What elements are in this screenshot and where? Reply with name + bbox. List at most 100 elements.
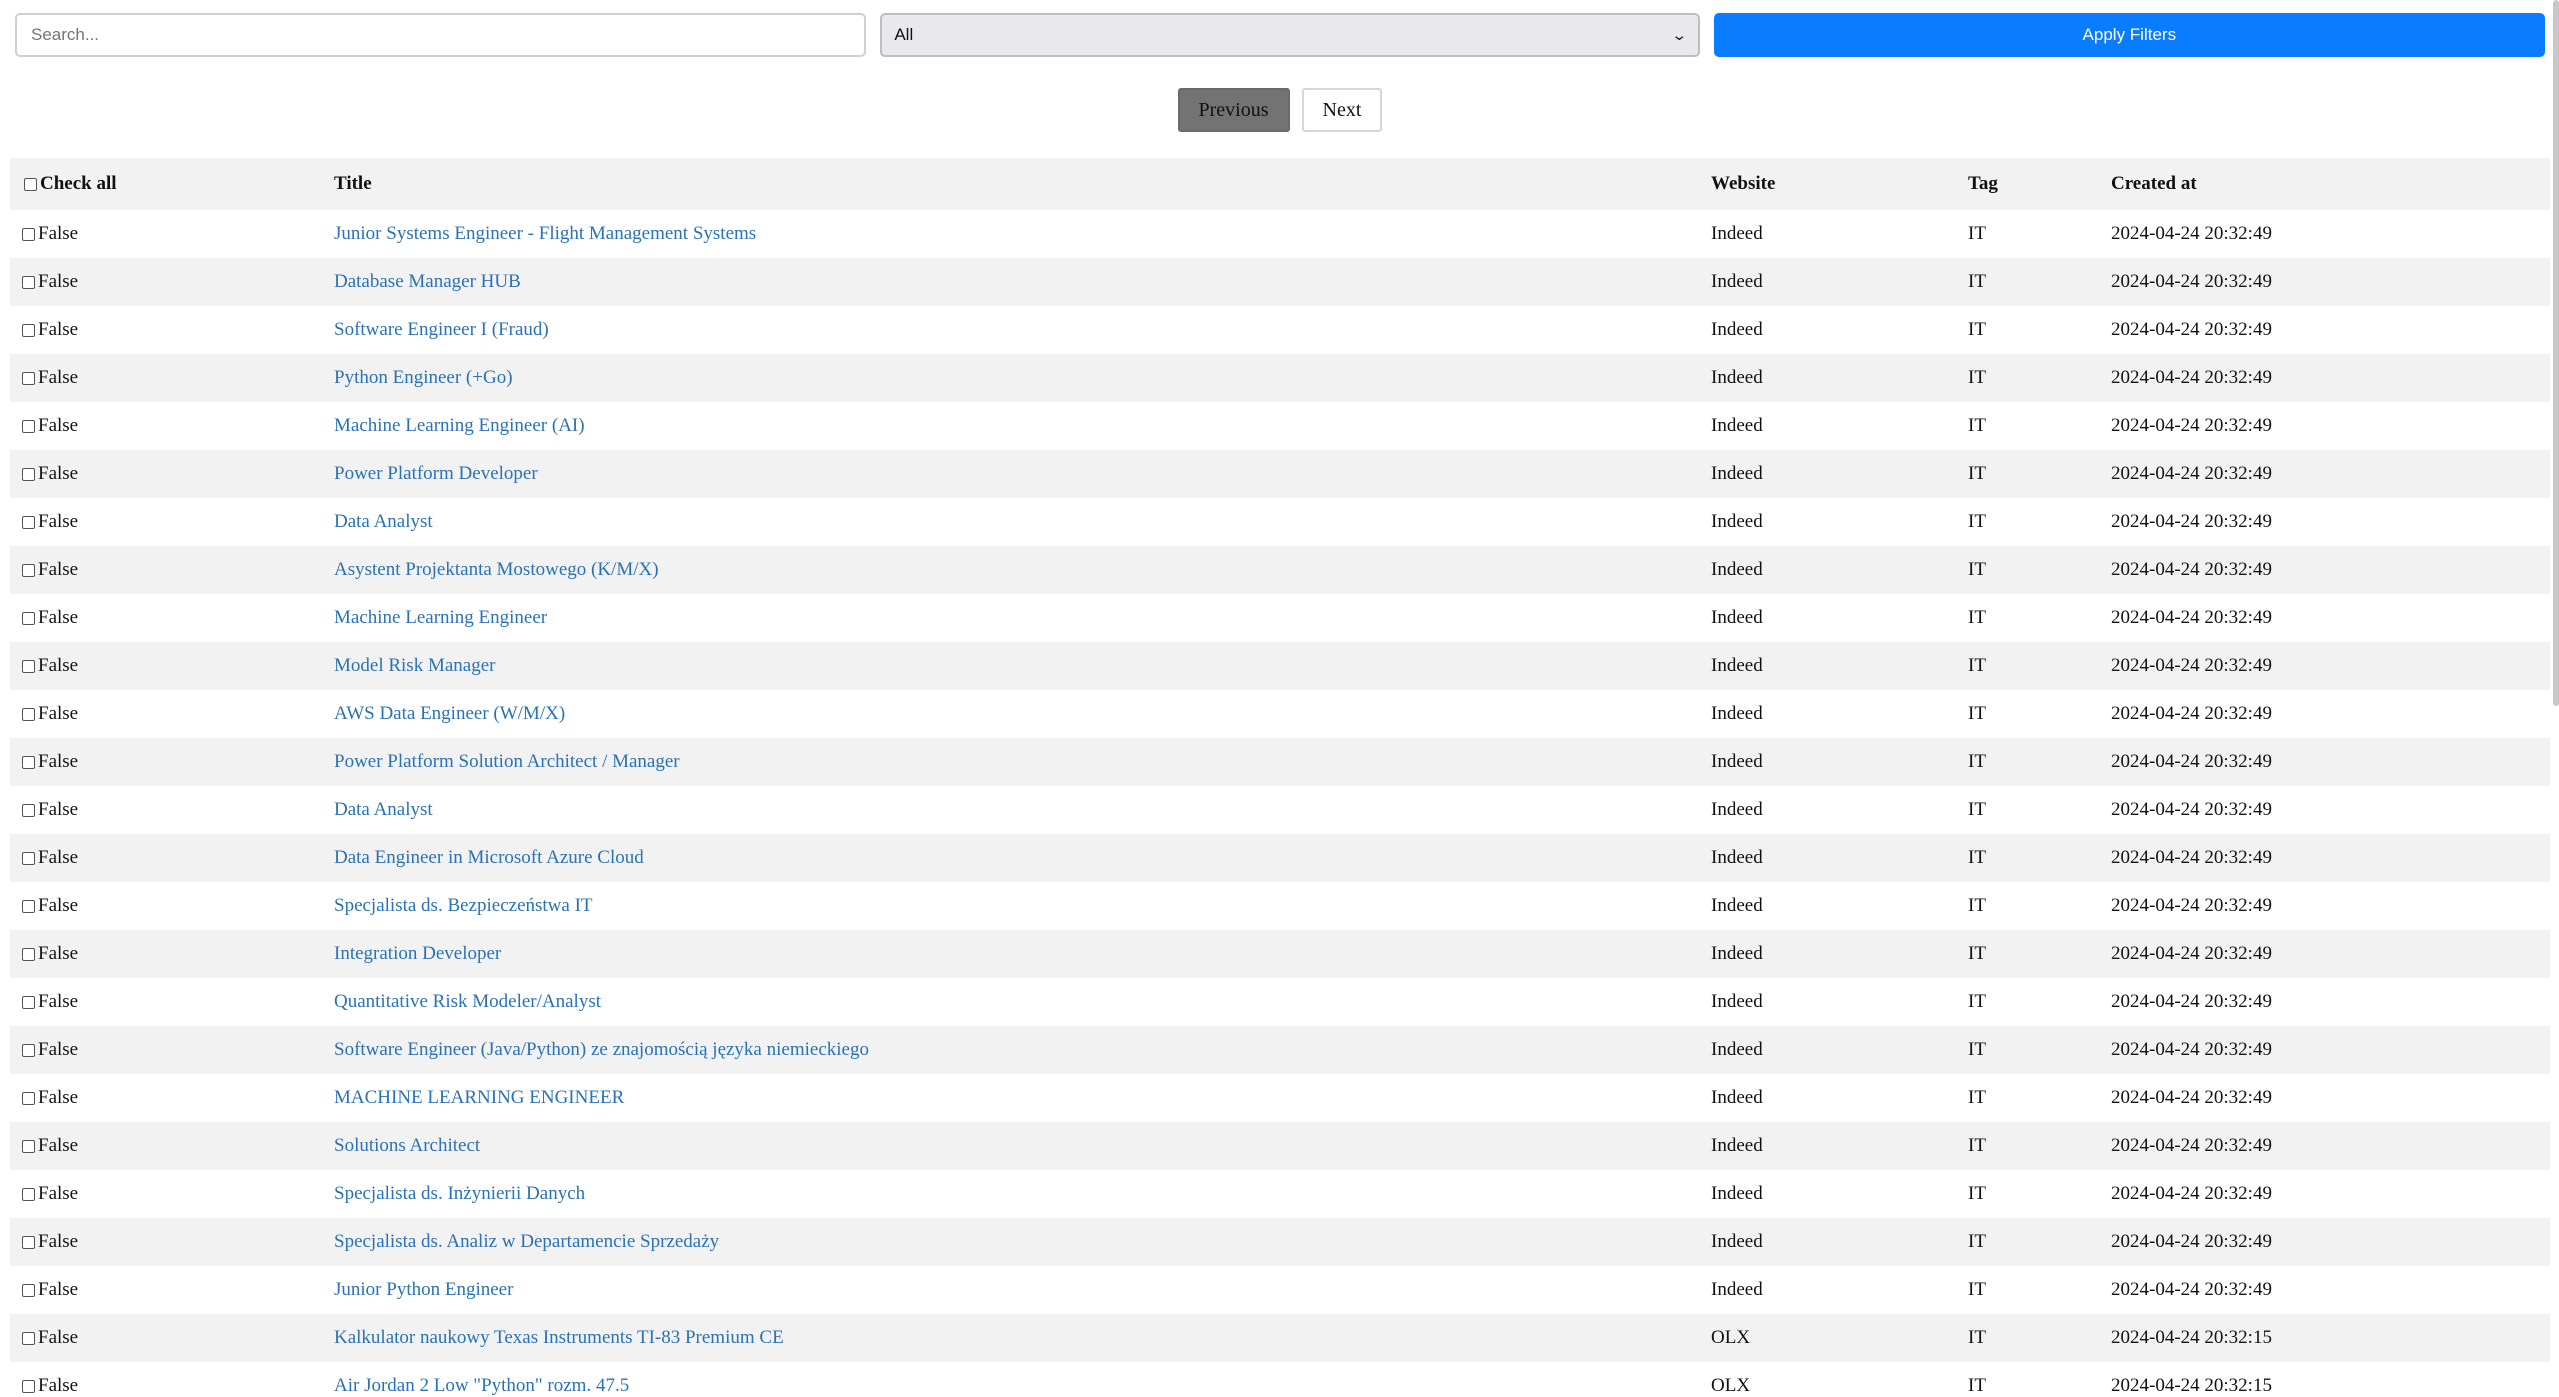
created-at-cell: 2024-04-24 20:32:49: [2111, 1135, 2272, 1156]
job-title-link[interactable]: Model Risk Manager: [334, 655, 495, 676]
job-title-link[interactable]: Data Analyst: [334, 511, 433, 532]
row-checked-value: False: [38, 1183, 79, 1204]
job-title-link[interactable]: Software Engineer I (Fraud): [334, 319, 549, 340]
next-button[interactable]: Next: [1301, 88, 1382, 132]
job-title-link[interactable]: Python Engineer (+Go): [334, 367, 513, 388]
job-title-link[interactable]: Kalkulator naukowy Texas Instruments TI-…: [334, 1327, 784, 1348]
job-title-link[interactable]: Specjalista ds. Analiz w Departamencie S…: [334, 1231, 719, 1252]
row-checkbox[interactable]: [22, 228, 35, 242]
job-title-link[interactable]: Data Engineer in Microsoft Azure Cloud: [334, 847, 644, 868]
job-title-link[interactable]: Software Engineer (Java/Python) ze znajo…: [334, 1039, 869, 1060]
website-cell: Indeed: [1711, 271, 1763, 292]
row-select-cell: False: [10, 930, 334, 978]
website-cell: Indeed: [1711, 943, 1763, 964]
tag-cell: IT: [1968, 1279, 1986, 1300]
job-title-link[interactable]: Asystent Projektanta Mostowego (K/M/X): [334, 559, 659, 580]
row-checkbox[interactable]: [22, 468, 35, 482]
row-checked-value: False: [38, 1039, 79, 1060]
tag-filter-select[interactable]: All ⌄: [880, 13, 1700, 57]
created-at-cell: 2024-04-24 20:32:49: [2111, 655, 2272, 676]
row-checkbox[interactable]: [22, 1284, 35, 1298]
title-cell: Power Platform Solution Architect / Mana…: [334, 738, 1711, 786]
job-title-link[interactable]: Power Platform Developer: [334, 463, 538, 484]
table-row: False Data Engineer in Microsoft Azure Cl…: [10, 834, 2550, 882]
table-row: False Model Risk Manager Indeed IT 2024-04-2…: [10, 642, 2550, 690]
row-checkbox[interactable]: [22, 564, 35, 578]
select-value: All: [894, 25, 914, 44]
created-at-cell: 2024-04-24 20:32:49: [2111, 895, 2272, 916]
row-checkbox[interactable]: [22, 1044, 35, 1058]
website-cell: Indeed: [1711, 607, 1763, 628]
row-checkbox[interactable]: [22, 660, 35, 674]
row-select-cell: False: [10, 1218, 334, 1266]
row-checked-value: False: [38, 319, 79, 340]
apply-filters-button[interactable]: Apply Filters: [1713, 13, 2545, 57]
scrollbar[interactable]: [2553, 0, 2559, 706]
check-all-checkbox[interactable]: [24, 178, 37, 192]
tag-cell: IT: [1968, 1087, 1986, 1108]
row-checked-value: False: [38, 1279, 79, 1300]
row-checkbox[interactable]: [22, 804, 35, 818]
row-checkbox[interactable]: [22, 372, 35, 386]
row-checkbox[interactable]: [22, 1092, 35, 1106]
select-box[interactable]: All ⌄: [880, 13, 1700, 57]
row-checkbox[interactable]: [22, 1236, 35, 1250]
job-title-link[interactable]: Junior Python Engineer: [334, 1279, 513, 1300]
row-checkbox[interactable]: [22, 420, 35, 434]
row-checkbox[interactable]: [22, 1188, 35, 1202]
row-checkbox[interactable]: [22, 516, 35, 530]
tag-cell: IT: [1968, 847, 1986, 868]
row-checkbox[interactable]: [22, 324, 35, 338]
job-title-link[interactable]: AWS Data Engineer (W/M/X): [334, 703, 565, 724]
row-checkbox[interactable]: [22, 900, 35, 914]
job-title-link[interactable]: Machine Learning Engineer (AI): [334, 415, 585, 436]
table-row: False Asystent Projektanta Mostowego (K/M…: [10, 546, 2550, 594]
job-title-link[interactable]: Quantitative Risk Modeler/Analyst: [334, 991, 601, 1012]
created-at-cell: 2024-04-24 20:32:15: [2111, 1327, 2272, 1348]
filter-bar: All ⌄ Apply Filters: [15, 13, 2545, 57]
row-checkbox[interactable]: [22, 1140, 35, 1154]
row-checkbox[interactable]: [22, 996, 35, 1010]
row-select-cell: False: [10, 882, 334, 930]
row-checkbox[interactable]: [22, 612, 35, 626]
job-title-link[interactable]: Data Analyst: [334, 799, 433, 820]
job-title-link[interactable]: Specjalista ds. Bezpieczeństwa IT: [334, 895, 593, 916]
title-cell: Specjalista ds. Bezpieczeństwa IT: [334, 882, 1711, 930]
website-cell: Indeed: [1711, 1183, 1763, 1204]
row-checkbox[interactable]: [22, 948, 35, 962]
row-select-cell: False: [10, 1074, 334, 1122]
row-select-cell: False: [10, 738, 334, 786]
job-title-link[interactable]: Solutions Architect: [334, 1135, 480, 1156]
job-title-link[interactable]: Integration Developer: [334, 943, 501, 964]
job-title-link[interactable]: MACHINE LEARNING ENGINEER: [334, 1087, 624, 1108]
chevron-down-icon: ⌄: [1671, 26, 1688, 44]
title-cell: Machine Learning Engineer (AI): [334, 402, 1711, 450]
created-at-cell: 2024-04-24 20:32:49: [2111, 1039, 2272, 1060]
job-title-link[interactable]: Specjalista ds. Inżynierii Danych: [334, 1183, 585, 1204]
header-row: Check all Title Website Tag Created at: [10, 158, 2550, 210]
row-select-cell: False: [10, 690, 334, 738]
row-checkbox[interactable]: [22, 708, 35, 722]
row-checkbox[interactable]: [22, 276, 35, 290]
table-row: False Power Platform Solution Architect /…: [10, 738, 2550, 786]
job-title-link[interactable]: Junior Systems Engineer - Flight Managem…: [334, 223, 756, 244]
job-title-link[interactable]: Air Jordan 2 Low "Python" rozm. 47.5: [334, 1375, 629, 1396]
job-title-link[interactable]: Power Platform Solution Architect / Mana…: [334, 751, 680, 772]
row-checked-value: False: [38, 1087, 79, 1108]
row-select-cell: False: [10, 450, 334, 498]
row-checkbox[interactable]: [22, 1332, 35, 1346]
row-checkbox[interactable]: [22, 852, 35, 866]
title-cell: Machine Learning Engineer: [334, 594, 1711, 642]
created-at-cell: 2024-04-24 20:32:49: [2111, 1183, 2272, 1204]
title-cell: Data Engineer in Microsoft Azure Cloud: [334, 834, 1711, 882]
previous-button[interactable]: Previous: [1177, 88, 1290, 132]
row-checkbox[interactable]: [22, 1380, 35, 1394]
row-checked-value: False: [38, 847, 79, 868]
row-checked-value: False: [38, 655, 79, 676]
row-checkbox[interactable]: [22, 756, 35, 770]
results-table-container: Check all Title Website Tag Created at F…: [10, 158, 2550, 1397]
website-cell: Indeed: [1711, 847, 1763, 868]
search-input[interactable]: [15, 13, 867, 57]
job-title-link[interactable]: Database Manager HUB: [334, 271, 521, 292]
job-title-link[interactable]: Machine Learning Engineer: [334, 607, 547, 628]
